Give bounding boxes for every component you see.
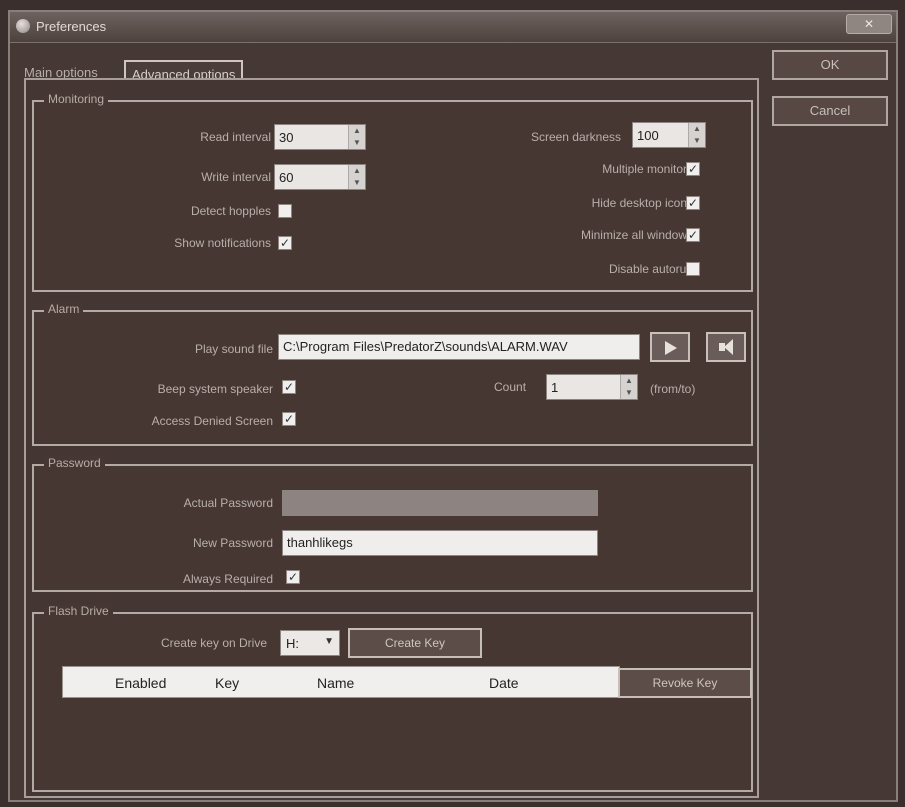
beep-system-speaker-checkbox[interactable]: ✓ (282, 380, 296, 394)
count-spinner[interactable]: 1 ▲ ▼ (546, 374, 638, 400)
keys-table-header: Enabled Key Name Date (62, 666, 620, 698)
app-icon (16, 19, 30, 33)
window-title: Preferences (36, 19, 107, 34)
show-notifications-label: Show notifications (174, 236, 271, 250)
actual-password-label: Actual Password (183, 496, 273, 510)
flash-drive-group: Flash Drive Create key on Drive H: ▼ Cre… (32, 604, 753, 792)
column-date[interactable]: Date (489, 675, 519, 691)
create-key-button[interactable]: Create Key (348, 628, 482, 658)
hide-desktop-icons-label: Hide desktop icons (591, 196, 693, 210)
access-denied-screen-label: Access Denied Screen (151, 414, 273, 428)
alarm-legend: Alarm (44, 302, 84, 316)
drive-value: H: (286, 636, 299, 651)
flash-drive-legend: Flash Drive (44, 604, 113, 618)
screen-darkness-label: Screen darkness (530, 130, 621, 144)
beep-system-speaker-label: Beep system speaker (157, 382, 273, 396)
always-required-checkbox[interactable]: ✓ (286, 570, 300, 584)
monitoring-group: Monitoring Read interval 30 ▲ ▼ Write int… (32, 92, 753, 292)
column-enabled[interactable]: Enabled (115, 675, 166, 691)
column-key[interactable]: Key (215, 675, 239, 691)
disable-autorun-checkbox[interactable] (686, 262, 700, 276)
read-interval-value: 30 (279, 130, 294, 145)
create-key-on-drive-label: Create key on Drive (160, 636, 267, 650)
spinner-arrows-icon[interactable]: ▲ ▼ (348, 125, 365, 149)
play-sound-button[interactable] (650, 332, 690, 362)
ok-button[interactable]: OK (772, 50, 888, 80)
new-password-field[interactable]: thanhlikegs (282, 530, 598, 556)
advanced-options-panel: Monitoring Read interval 30 ▲ ▼ Write int… (24, 78, 759, 798)
new-password-label: New Password (192, 536, 273, 550)
multiple-monitors-checkbox[interactable]: ✓ (686, 162, 700, 176)
stop-sound-button[interactable] (706, 332, 746, 362)
alarm-group: Alarm Play sound file C:\Program Files\P… (32, 302, 753, 446)
password-group: Password Actual Password New Password th… (32, 456, 753, 592)
write-interval-label: Write interval (201, 170, 271, 184)
actual-password-field[interactable] (282, 490, 598, 516)
read-interval-spinner[interactable]: 30 ▲ ▼ (274, 124, 366, 150)
column-name[interactable]: Name (317, 675, 354, 691)
count-value: 1 (551, 380, 559, 395)
read-interval-label: Read interval (200, 130, 271, 144)
show-notifications-checkbox[interactable]: ✓ (278, 236, 292, 250)
count-unit: (from/to) (650, 382, 696, 396)
disable-autorun-label: Disable autorun (608, 262, 693, 276)
write-interval-spinner[interactable]: 60 ▲ ▼ (274, 164, 366, 190)
hide-desktop-icons-checkbox[interactable]: ✓ (686, 196, 700, 210)
count-label: Count (494, 380, 527, 394)
preferences-window: Preferences ✕ OK Cancel Main options Adv… (8, 10, 898, 802)
chevron-down-icon[interactable]: ▼ (324, 636, 334, 647)
always-required-label: Always Required (182, 572, 273, 586)
drive-select[interactable]: H: ▼ (280, 630, 340, 656)
minimize-all-windows-label: Minimize all windows (580, 228, 693, 242)
spinner-arrows-icon[interactable]: ▲ ▼ (688, 123, 705, 147)
write-interval-value: 60 (279, 170, 294, 185)
title-bar: Preferences ✕ (10, 12, 896, 43)
close-button[interactable]: ✕ (846, 14, 892, 34)
monitoring-legend: Monitoring (44, 92, 109, 106)
play-icon (665, 341, 677, 355)
screen-darkness-spinner[interactable]: 100 ▲ ▼ (632, 122, 706, 148)
sound-file-field[interactable]: C:\Program Files\PredatorZ\sounds\ALARM.… (278, 334, 640, 360)
minimize-all-windows-checkbox[interactable]: ✓ (686, 228, 700, 242)
revoke-key-button[interactable]: Revoke Key (618, 668, 752, 698)
spinner-arrows-icon[interactable]: ▲ ▼ (348, 165, 365, 189)
screen-darkness-value: 100 (637, 128, 659, 143)
detect-hopples-checkbox[interactable] (278, 204, 292, 218)
access-denied-screen-checkbox[interactable]: ✓ (282, 412, 296, 426)
cancel-button[interactable]: Cancel (772, 96, 888, 126)
play-sound-label: Play sound file (194, 342, 273, 356)
password-legend: Password (44, 456, 105, 470)
detect-hopples-label: Detect hopples (190, 204, 271, 218)
multiple-monitors-label: Multiple monitors (602, 162, 693, 176)
spinner-arrows-icon[interactable]: ▲ ▼ (620, 375, 637, 399)
